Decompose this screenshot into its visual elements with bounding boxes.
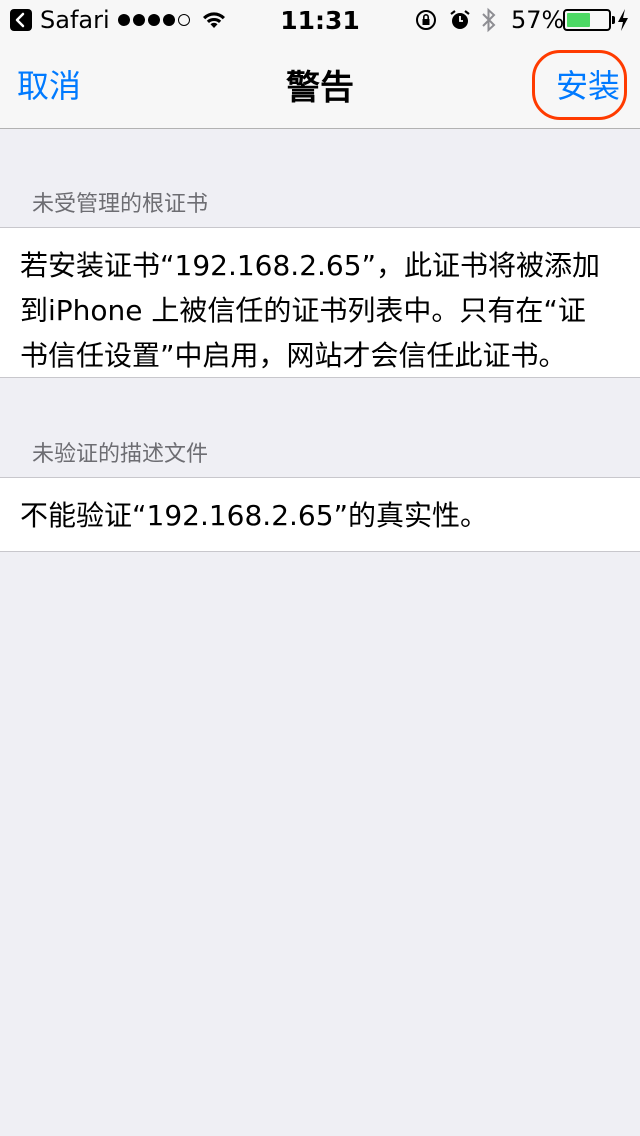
warning-text-root-cert: 若安装证书“192.168.2.65”，此证书将被添加到iPhone 上被信任的… bbox=[20, 249, 601, 372]
bluetooth-icon bbox=[480, 0, 498, 40]
warning-cell-root-cert: 若安装证书“192.168.2.65”，此证书将被添加到iPhone 上被信任的… bbox=[0, 227, 640, 378]
screen: Safari 11:31 57% 取消 警告 安装 未受管理的根证书 若安装证书… bbox=[0, 0, 640, 1136]
warning-text-unverified-profile: 不能验证“192.168.2.65”的真实性。 bbox=[20, 499, 489, 532]
battery-percent: 57% bbox=[511, 6, 565, 34]
navigation-bar: 取消 警告 安装 bbox=[0, 40, 640, 129]
rotation-lock-icon bbox=[414, 0, 438, 40]
charging-bolt-icon bbox=[616, 0, 630, 40]
status-bar: Safari 11:31 57% bbox=[0, 0, 640, 40]
battery-level bbox=[567, 13, 590, 27]
battery-icon bbox=[563, 0, 615, 40]
warning-cell-unverified-profile: 不能验证“192.168.2.65”的真实性。 bbox=[0, 477, 640, 552]
page-title: 警告 bbox=[286, 67, 354, 108]
section-header-unverified-profile: 未验证的描述文件 bbox=[32, 442, 209, 467]
alarm-icon bbox=[448, 0, 472, 40]
section-header-unmanaged-root-cert: 未受管理的根证书 bbox=[32, 192, 209, 217]
install-button[interactable]: 安装 bbox=[556, 40, 620, 128]
